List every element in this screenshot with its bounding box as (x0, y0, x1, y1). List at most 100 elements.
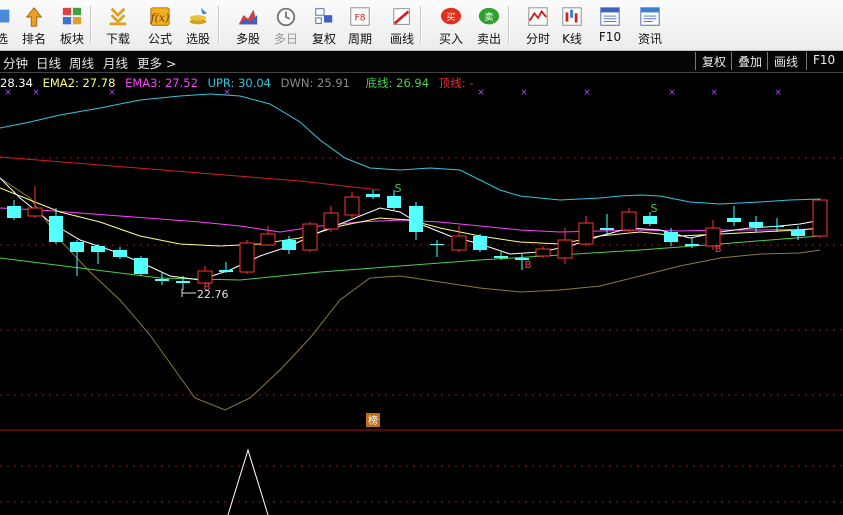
candle-body (473, 236, 487, 250)
draw-line-icon (393, 8, 410, 25)
right-button-adjust[interactable]: 复权 (695, 52, 732, 70)
toolbar-button-label: 选股 (185, 32, 210, 46)
candle-body (27, 207, 43, 217)
candle-body (621, 211, 637, 231)
period-bar: 分钟 日线 周线 月线 更多 > 复权 叠加 画线 F10 (0, 51, 843, 73)
signal-x-icon: × (710, 88, 718, 98)
candle-body (749, 222, 763, 227)
candle-body (344, 196, 360, 216)
period-week[interactable]: 周线 (69, 53, 94, 72)
toolbar-button-label: 资讯 (637, 32, 662, 46)
candle-body (7, 206, 21, 218)
signal-x-icon: × (668, 88, 676, 98)
toolbar-button-sell[interactable]: 卖卖出 (469, 2, 509, 48)
toolbar-button-download[interactable]: 下载 (98, 2, 138, 48)
candle-body (302, 223, 318, 251)
candle-body (515, 258, 529, 260)
ema1-line (0, 177, 823, 281)
toolbar-button-sector[interactable]: 板块 (52, 2, 92, 48)
ema2-value: EMA2: 27.78 (42, 76, 116, 90)
dwn-value: DWN: 25.91 (280, 76, 350, 90)
buy-icon: 买 (440, 7, 462, 25)
stock-picker-icon (189, 7, 208, 25)
period-day[interactable]: 日线 (36, 53, 61, 72)
candle-body (430, 244, 444, 245)
kline-icon (562, 7, 582, 26)
right-button-overlay[interactable]: 叠加 (731, 52, 768, 70)
svg-text:卖: 卖 (484, 12, 493, 23)
ranking-icon (25, 7, 43, 27)
period-icon: F8 (350, 7, 370, 26)
candle-body (260, 233, 276, 246)
panel-tag-label: 榜 (368, 414, 378, 427)
candle-body (282, 240, 296, 250)
bottom-line-value: 底线: 26.94 (365, 76, 430, 90)
toolbar-button-draw-line[interactable]: 画线 (382, 2, 422, 48)
period-minute[interactable]: 分钟 (3, 53, 28, 72)
svg-text:买: 买 (446, 12, 455, 23)
top-line-value: 顶线: - (438, 76, 474, 90)
toolbar-separator (508, 6, 510, 44)
signal-b-label: B (204, 282, 211, 293)
signal-x-icon: × (774, 88, 782, 98)
upr-line (0, 93, 821, 205)
candle-body (239, 242, 255, 273)
top-line (0, 156, 381, 191)
upr-value: UPR: 30.04 (207, 76, 272, 90)
sector-icon (62, 7, 82, 25)
toolbar-button-stock-picker[interactable]: 选股 (178, 2, 218, 48)
dwn-line (0, 177, 821, 411)
signal-x-icon: × (520, 88, 528, 98)
svg-text:F8: F8 (354, 13, 365, 24)
signal-b-label: B (525, 260, 532, 271)
period-month[interactable]: 月线 (103, 53, 128, 72)
candle-body (176, 281, 190, 283)
svg-text:f(x): f(x) (150, 12, 170, 25)
candle-body (409, 206, 423, 232)
candle-body (387, 196, 401, 208)
candle-body (219, 270, 233, 272)
candle-body (155, 279, 169, 281)
candle-body (791, 230, 805, 236)
candle-body (197, 270, 213, 284)
ema3-line (0, 207, 821, 233)
bottom-line (0, 235, 821, 281)
candle-body (70, 242, 84, 252)
candle-body (770, 226, 784, 227)
candle-body (685, 244, 699, 246)
candle-body (705, 227, 721, 247)
toolbar-separator (90, 6, 92, 44)
news-icon (640, 7, 660, 26)
candle-body (664, 232, 678, 242)
candle-body (578, 222, 594, 245)
f10-icon (600, 7, 620, 26)
ema3-value: EMA3: 27.52 (125, 76, 198, 90)
candle-body (494, 256, 508, 258)
candle-body (535, 248, 551, 257)
candle-body (727, 218, 741, 222)
sell-icon: 卖 (478, 7, 500, 25)
right-button-draw[interactable]: 画线 (767, 52, 804, 70)
low-price-label: 22.76 (197, 288, 229, 301)
signal-b-label: B (715, 244, 722, 255)
candle-body (451, 235, 467, 251)
candle-body (366, 194, 380, 197)
candle-body (557, 239, 573, 259)
candle-body (600, 228, 614, 230)
toolbar-separator (218, 6, 220, 44)
select-icon (0, 9, 10, 23)
download-icon (109, 7, 127, 26)
multi-stock-icon (238, 9, 258, 25)
candle-body (812, 199, 828, 237)
period-more[interactable]: 更多 > (137, 53, 176, 72)
toolbar-button-news[interactable]: 资讯 (630, 2, 670, 48)
ema1-value: 28.34 (0, 76, 33, 90)
right-button-f10[interactable]: F10 (806, 52, 841, 70)
panel-tag-box (366, 413, 380, 427)
intraday-icon (528, 7, 548, 26)
toolbar: 选排名 板块 下载 f(x) 公式 选股 多股 多日 复权 F8 周期 画线买买入卖卖出 分时 K线 F10… (0, 0, 843, 51)
candle-body (134, 258, 148, 274)
candle-body (113, 250, 127, 257)
toolbar-button-period[interactable]: F8 周期 (340, 2, 380, 48)
candle-body (91, 246, 105, 252)
